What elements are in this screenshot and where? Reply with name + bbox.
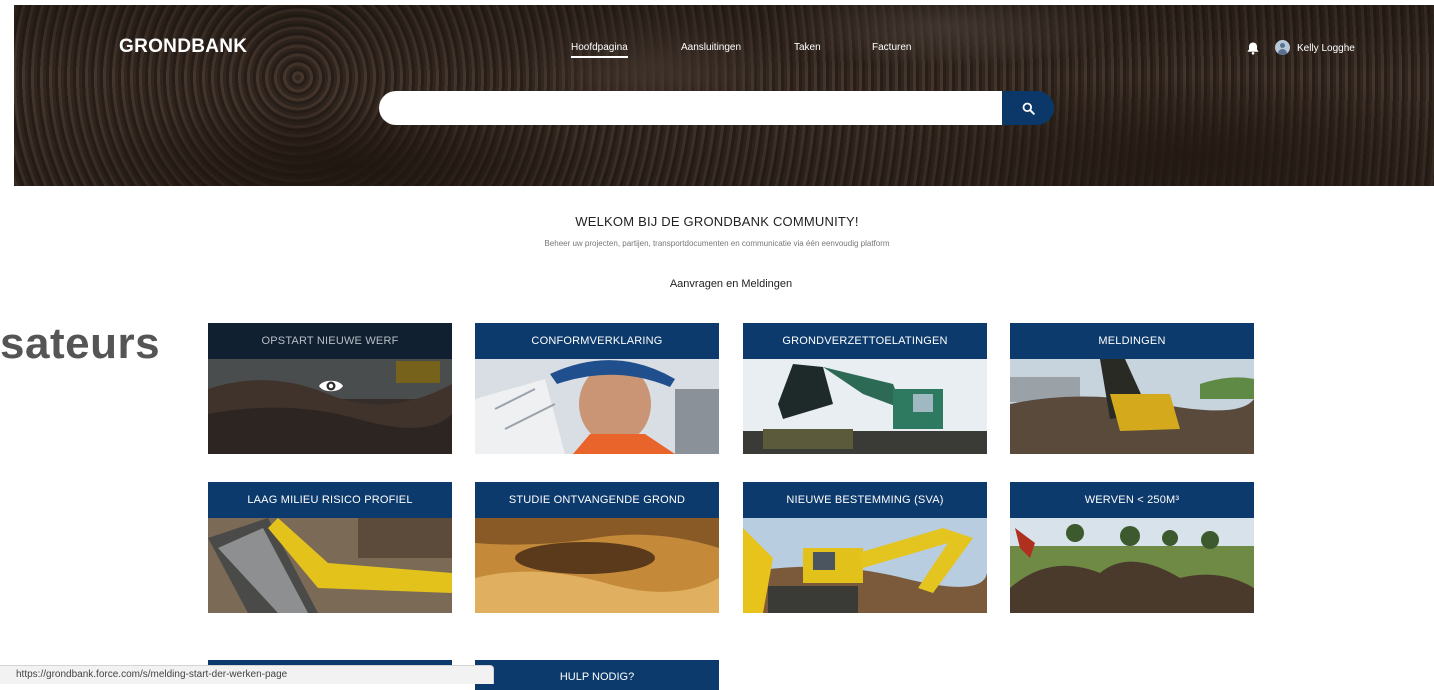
tile-image bbox=[208, 359, 452, 454]
tile-laag-milieu-risico-profiel[interactable]: LAAG MILIEU RISICO PROFIEL bbox=[208, 482, 452, 613]
tile-image bbox=[743, 518, 987, 613]
search-input[interactable] bbox=[379, 91, 1004, 125]
nav-taken[interactable]: Taken bbox=[794, 42, 821, 53]
tile-label: STUDIE ONTVANGENDE GROND bbox=[475, 482, 719, 518]
eye-icon[interactable] bbox=[318, 377, 344, 395]
tile-grondverzettoelatingen[interactable]: GRONDVERZETTOELATINGEN bbox=[743, 323, 987, 454]
tile-label: HULP NODIG? bbox=[559, 671, 635, 683]
tile-label: NIEUWE BESTEMMING (SVA) bbox=[743, 482, 987, 518]
tile-werven-250m3[interactable]: WERVEN < 250M³ bbox=[1010, 482, 1254, 613]
logo[interactable]: GRONDBANK bbox=[119, 36, 247, 58]
tile-image bbox=[475, 518, 719, 613]
tile-label: CONFORMVERKLARING bbox=[475, 323, 719, 359]
tile-image bbox=[208, 518, 452, 613]
tile-image bbox=[1010, 359, 1254, 454]
tile-image bbox=[743, 359, 987, 454]
tile-hulp-nodig[interactable]: HULP NODIG? bbox=[475, 660, 719, 690]
status-bar-url: https://grondbank.force.com/s/melding-st… bbox=[0, 665, 494, 684]
nav-facturen[interactable]: Facturen bbox=[872, 42, 911, 53]
welcome-subtitle: Beheer uw projecten, partijen, transport… bbox=[544, 239, 890, 248]
user-name[interactable]: Kelly Logghe bbox=[1297, 43, 1355, 54]
search-icon bbox=[1022, 102, 1035, 115]
welcome-title: WELKOM BIJ DE GRONDBANK COMMUNITY! bbox=[575, 214, 859, 229]
search-button[interactable] bbox=[1002, 91, 1054, 125]
nav-hoofdpagina[interactable]: Hoofdpagina bbox=[571, 42, 628, 58]
tile-meldingen[interactable]: MELDINGEN bbox=[1010, 323, 1254, 454]
tile-image bbox=[475, 359, 719, 454]
tile-opstart-nieuwe-werf[interactable]: OPSTART NIEUWE WERF bbox=[208, 323, 452, 454]
bell-icon[interactable] bbox=[1246, 41, 1260, 55]
tile-conformverklaring[interactable]: CONFORMVERKLARING bbox=[475, 323, 719, 454]
tile-label: OPSTART NIEUWE WERF bbox=[208, 323, 452, 359]
side-overlay-text: sateurs bbox=[0, 319, 161, 368]
section-title: Aanvragen en Meldingen bbox=[669, 278, 793, 290]
tile-studie-ontvangende-grond[interactable]: STUDIE ONTVANGENDE GROND bbox=[475, 482, 719, 613]
tile-nieuwe-bestemming[interactable]: NIEUWE BESTEMMING (SVA) bbox=[743, 482, 987, 613]
tile-label: MELDINGEN bbox=[1010, 323, 1254, 359]
tile-label: GRONDVERZETTOELATINGEN bbox=[743, 323, 987, 359]
nav-aansluitingen[interactable]: Aansluitingen bbox=[681, 42, 741, 53]
tile-label: LAAG MILIEU RISICO PROFIEL bbox=[208, 482, 452, 518]
avatar[interactable] bbox=[1275, 40, 1290, 55]
tile-label: WERVEN < 250M³ bbox=[1010, 482, 1254, 518]
tile-image bbox=[1010, 518, 1254, 613]
